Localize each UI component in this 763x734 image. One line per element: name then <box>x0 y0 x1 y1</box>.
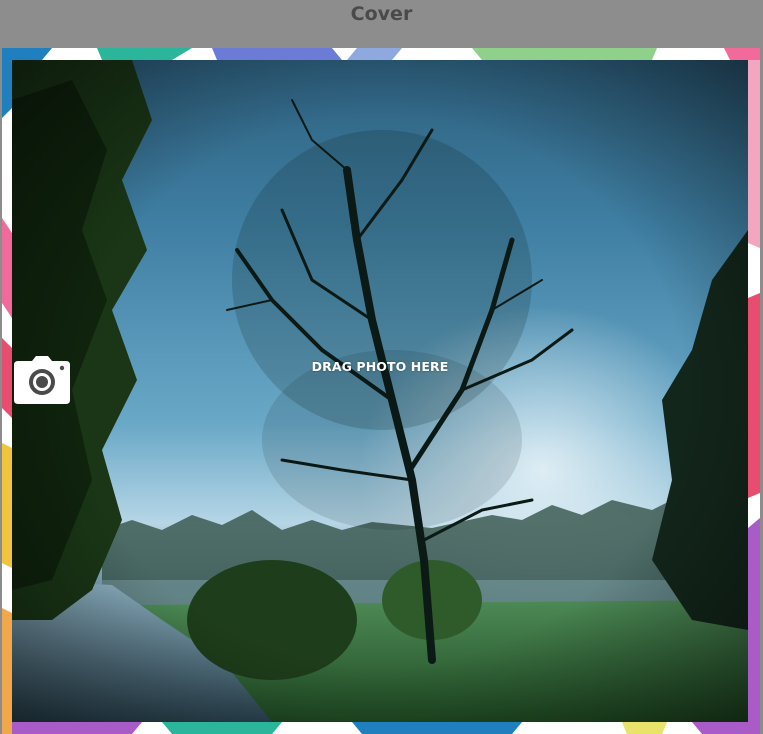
page-header: Cover <box>0 0 763 48</box>
cover-frame: DRAG PHOTO HERE <box>2 48 760 734</box>
camera-icon <box>14 356 70 404</box>
drag-photo-label: DRAG PHOTO HERE <box>311 359 449 374</box>
cover-photo <box>12 60 748 722</box>
drag-photo-hint[interactable]: DRAG PHOTO HERE <box>12 355 748 404</box>
photo-drop-zone[interactable]: DRAG PHOTO HERE <box>12 60 748 722</box>
page-title: Cover <box>350 3 413 25</box>
